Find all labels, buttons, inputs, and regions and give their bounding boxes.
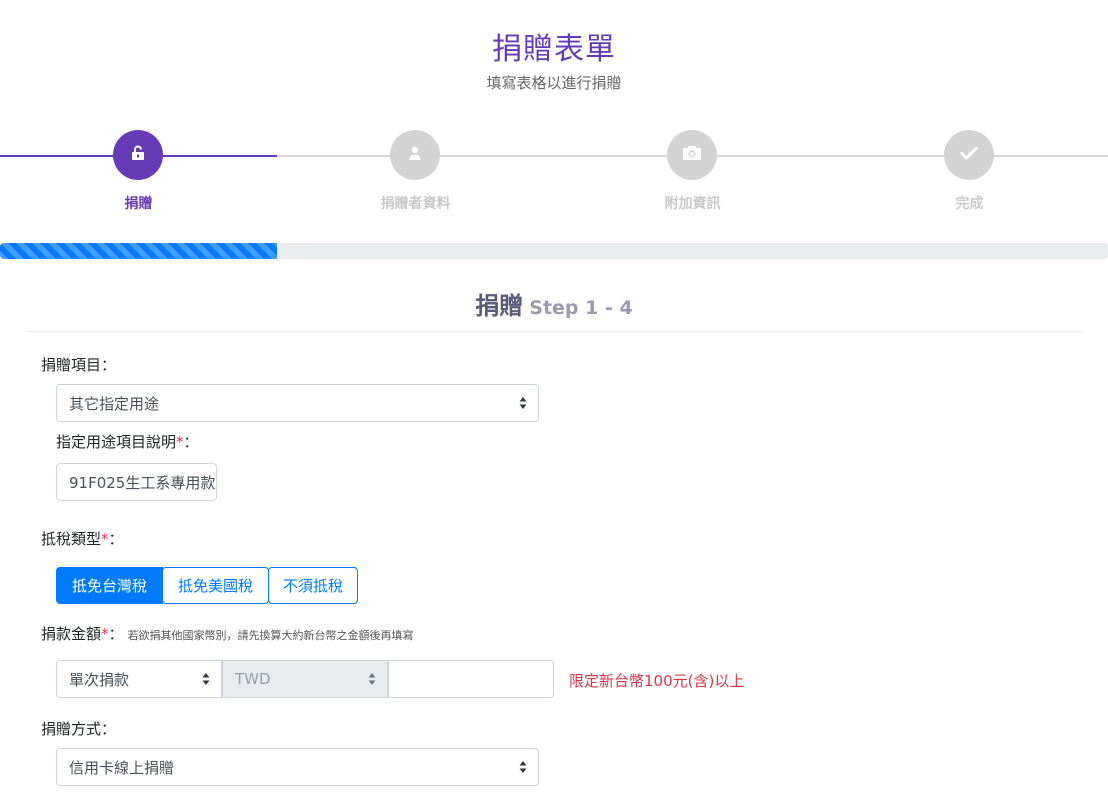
- step-counter: Step 1 - 4: [529, 297, 633, 319]
- donation-method-label: 捐贈方式：: [41, 720, 117, 738]
- purpose-label-text: 指定用途項目說明: [56, 433, 177, 451]
- tax-none-button[interactable]: 不須抵稅: [268, 567, 358, 604]
- step-circle: [113, 130, 163, 180]
- currency-select: TWD: [222, 660, 388, 698]
- step-additional-info[interactable]: 附加資訊: [554, 130, 831, 220]
- tax-type-label: 抵稅類型*：: [41, 528, 124, 549]
- step-circle: [667, 130, 717, 180]
- step-donation[interactable]: 捐贈: [0, 130, 277, 220]
- step-donor-info[interactable]: 捐贈者資料: [277, 130, 554, 220]
- purpose-label: 指定用途項目說明*：: [56, 431, 199, 452]
- amount-input[interactable]: [388, 660, 554, 698]
- amount-label: 捐款金額*： 若欲捐其他國家幣別，請先換算大約新台幣之金額後再填寫: [41, 623, 414, 644]
- step-label: 附加資訊: [664, 196, 721, 212]
- select-arrow-icon: [519, 761, 527, 773]
- tax-us-button[interactable]: 抵免美國稅: [162, 567, 269, 604]
- page-title: 捐贈表單: [492, 32, 616, 67]
- colon: ：: [108, 625, 124, 643]
- amount-limit-note: 限定新台幣100元(含)以上: [569, 672, 745, 690]
- donation-method-select[interactable]: 信用卡線上捐贈: [56, 748, 539, 786]
- frequency-select[interactable]: 單次捐款: [56, 660, 222, 698]
- required-mark: *: [101, 625, 109, 643]
- page-subtitle: 填寫表格以進行捐贈: [486, 74, 622, 92]
- amount-hint: 若欲捐其他國家幣別，請先換算大約新台幣之金額後再填寫: [127, 629, 414, 642]
- purpose-input[interactable]: 91F025生工系專用款: [56, 463, 217, 501]
- step-circle: [944, 130, 994, 180]
- donation-item-select[interactable]: 其它指定用途: [56, 384, 539, 422]
- amount-label-text: 捐款金額: [41, 625, 102, 643]
- progress-fill: [0, 243, 277, 259]
- select-arrow-icon: [202, 673, 210, 685]
- check-icon: [960, 145, 978, 165]
- stepper: 捐贈 捐贈者資料 附加資訊 完成: [0, 130, 1108, 220]
- select-arrow-icon: [368, 673, 376, 685]
- step-label: 捐贈者資料: [380, 196, 451, 212]
- unlock-icon: [130, 145, 146, 165]
- donation-item-label: 捐贈項目：: [41, 356, 117, 374]
- tax-type-label-text: 抵稅類型: [41, 530, 102, 548]
- required-mark: *: [101, 530, 109, 548]
- user-icon: [407, 145, 423, 165]
- required-mark: *: [176, 433, 184, 451]
- step-circle: [390, 130, 440, 180]
- camera-icon: [682, 145, 702, 165]
- donation-method-value: 信用卡線上捐贈: [69, 758, 175, 777]
- step-label: 捐贈: [124, 196, 153, 212]
- section-title: 捐贈: [475, 292, 524, 320]
- donation-item-value: 其它指定用途: [69, 394, 160, 413]
- frequency-value: 單次捐款: [69, 670, 130, 689]
- progress-bar: [0, 243, 1108, 259]
- select-arrow-icon: [519, 397, 527, 409]
- tax-taiwan-button[interactable]: 抵免台灣稅: [56, 567, 163, 604]
- section-heading: 捐贈 Step 1 - 4: [0, 286, 1108, 321]
- section-divider: [26, 331, 1082, 332]
- step-label: 完成: [955, 196, 984, 212]
- colon: ：: [108, 530, 124, 548]
- step-complete[interactable]: 完成: [831, 130, 1108, 220]
- currency-value: TWD: [235, 670, 271, 688]
- colon: ：: [183, 433, 199, 451]
